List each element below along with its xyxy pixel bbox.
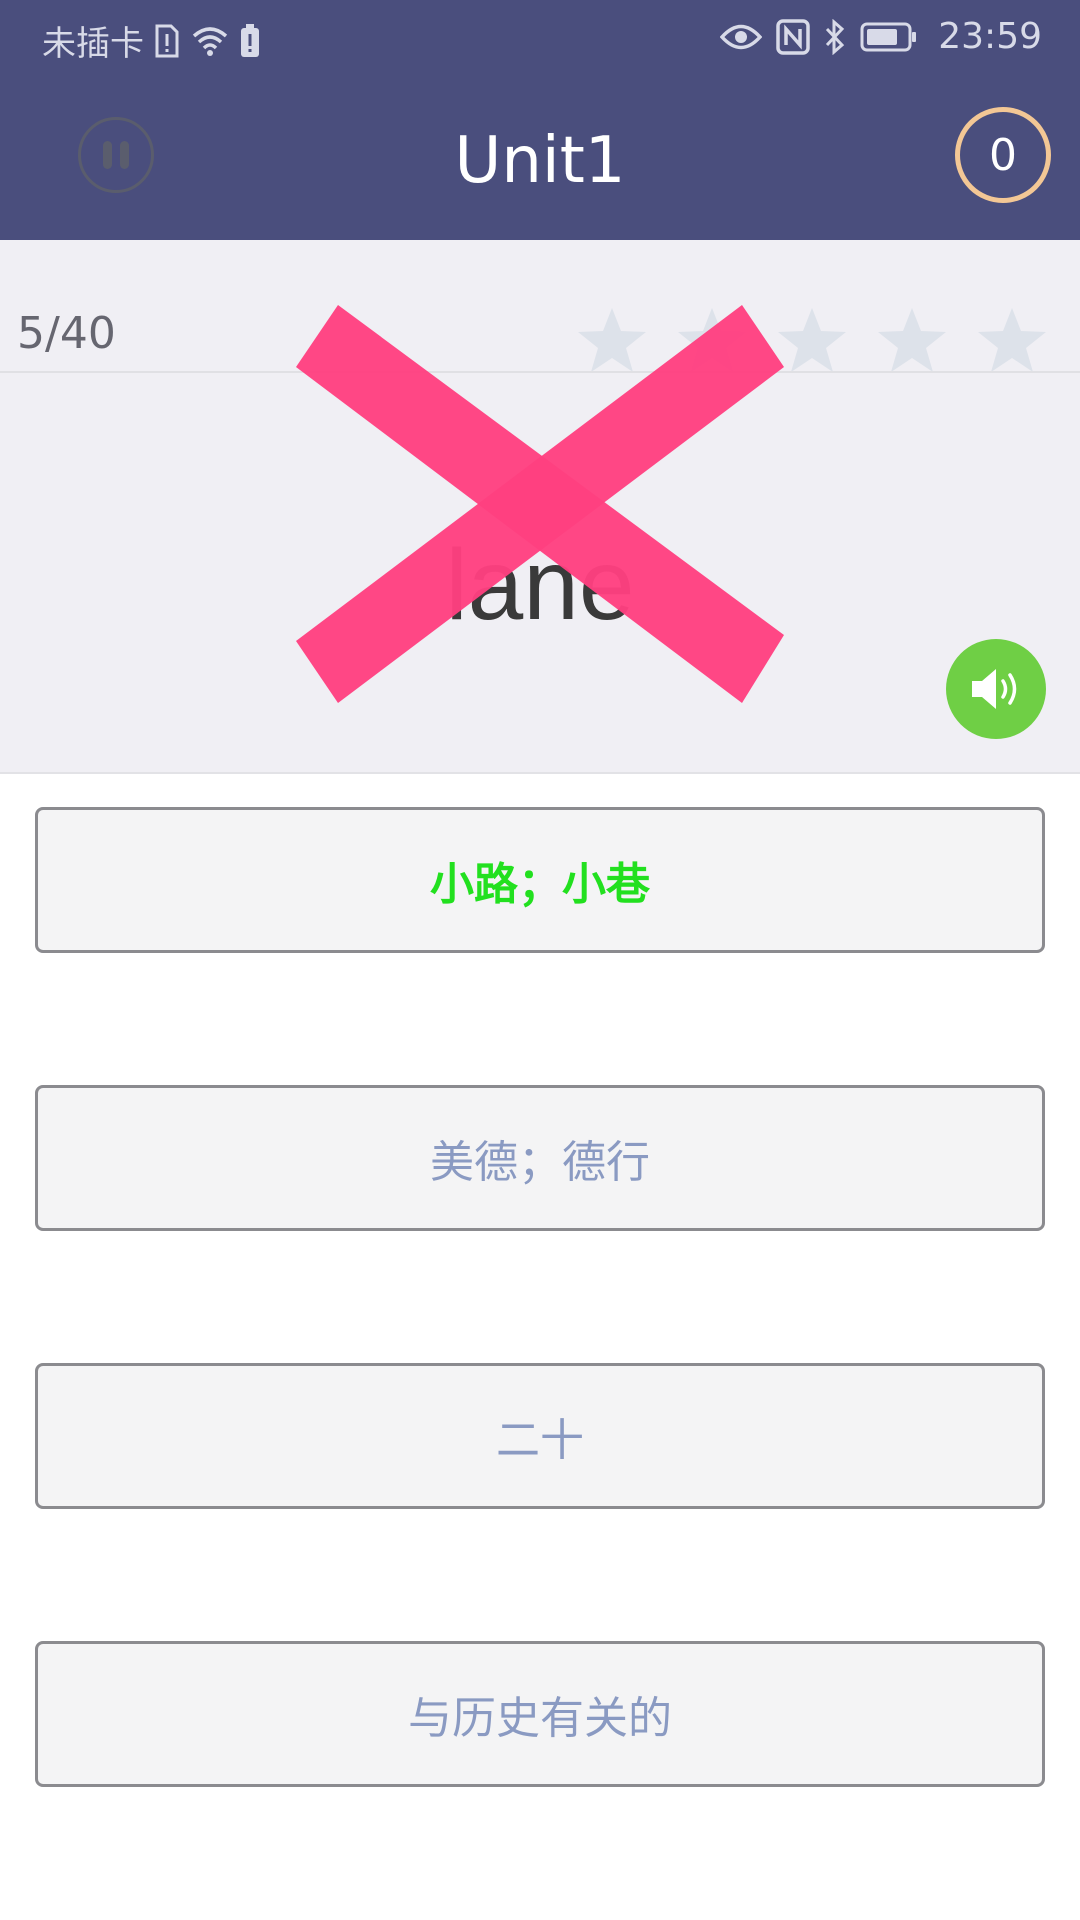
status-bar: 未插卡 23:59	[0, 0, 1080, 76]
quiz-word: lane	[445, 529, 635, 641]
divider	[0, 371, 1080, 373]
answer-option-3[interactable]: 二十	[35, 1363, 1045, 1509]
speaker-button[interactable]	[946, 639, 1046, 739]
star-icon	[678, 308, 746, 372]
status-right: 23:59	[720, 16, 1042, 57]
bluetooth-icon	[824, 18, 846, 55]
carrier-text: 未插卡	[42, 24, 144, 64]
eye-icon	[720, 22, 763, 52]
wifi-icon	[190, 24, 230, 58]
star-icon	[778, 308, 846, 372]
progress-counter: 5/40	[17, 308, 116, 359]
clock-text: 23:59	[938, 16, 1042, 57]
star-icon	[878, 308, 946, 372]
header: 未插卡 23:59 Unit1 0	[0, 0, 1080, 240]
answer-option-1[interactable]: 小路；小巷	[35, 807, 1045, 953]
battery-alert-icon	[240, 23, 260, 58]
score-badge: 0	[955, 107, 1051, 203]
page-title: Unit1	[454, 124, 626, 198]
answer-option-2[interactable]: 美德；德行	[35, 1085, 1045, 1231]
quiz-screen: 未插卡 23:59 Unit1 0 5/40 lane 小路；小巷 美德；德行 …	[0, 0, 1080, 1920]
speaker-icon	[972, 669, 1017, 709]
star-rating	[574, 304, 1050, 374]
word-card: 5/40 lane	[0, 240, 1080, 774]
star-icon	[978, 308, 1046, 372]
sim-alert-icon	[154, 24, 180, 58]
status-left: 未插卡	[42, 16, 260, 65]
star-icon	[578, 308, 646, 372]
answer-option-4[interactable]: 与历史有关的	[35, 1641, 1045, 1787]
nfc-icon	[776, 18, 810, 55]
battery-icon	[860, 21, 918, 53]
